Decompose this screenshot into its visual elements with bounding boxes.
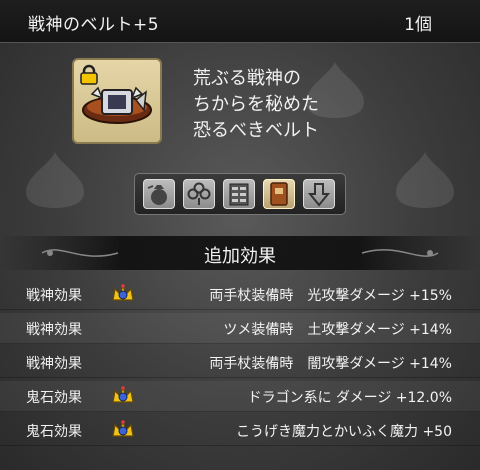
description-line: ちからを秘めた <box>193 94 319 115</box>
info-tab-bar <box>134 173 346 215</box>
lock-icon <box>80 64 98 85</box>
tab-bag[interactable] <box>143 179 175 209</box>
effect-type: 戦神効果 <box>26 288 82 304</box>
ornament-right-icon <box>361 249 439 257</box>
slime-silhouette-icon <box>26 152 84 208</box>
effect-text: 両手杖装備時 闇攻撃ダメージ +14% <box>209 356 452 372</box>
tab-clover[interactable] <box>183 179 215 209</box>
item-count: 1個 <box>404 15 432 35</box>
crown-icon <box>112 386 134 403</box>
effect-row: 戦神効果 ツメ装備時 土攻撃ダメージ +14% <box>0 313 480 344</box>
item-icon-frame[interactable] <box>72 58 162 144</box>
effect-type: 戦神効果 <box>26 322 82 338</box>
effect-text: ツメ装備時 土攻撃ダメージ +14% <box>223 322 452 338</box>
tab-cabinet[interactable] <box>223 179 255 209</box>
effect-row: 鬼石効果 ドラゴン系に ダメージ +12.0% <box>0 381 480 412</box>
clover-icon <box>187 182 211 205</box>
effect-text: ドラゴン系に ダメージ +12.0% <box>247 390 452 406</box>
effect-row: 鬼石効果 こうげき魔力とかいふく魔力 +50 <box>0 415 480 446</box>
effect-text: こうげき魔力とかいふく魔力 +50 <box>236 424 452 440</box>
cabinet-icon <box>229 183 249 206</box>
effect-type: 鬼石効果 <box>26 390 82 406</box>
item-name: 戦神のベルト+5 <box>28 15 160 35</box>
description-line: 荒ぶる戦神の <box>193 68 301 89</box>
description-line: 恐るべきベルト <box>193 120 319 141</box>
tab-down[interactable] <box>303 179 335 209</box>
effect-type: 戦神効果 <box>26 356 82 372</box>
effect-type: 鬼石効果 <box>26 424 82 440</box>
crown-icon <box>112 284 134 301</box>
effect-row: 戦神効果 両手杖装備時 闇攻撃ダメージ +14% <box>0 347 480 378</box>
bag-icon <box>147 185 167 205</box>
slime-silhouette-icon <box>396 152 454 208</box>
item-title-bar: 戦神のベルト+5 1個 <box>0 0 480 43</box>
item-description: 荒ぶる戦神の ちからを秘めた 恐るべきベルト <box>193 66 319 144</box>
down-arrow-icon <box>307 183 331 207</box>
additional-effects-header: 追加効果 <box>0 236 480 270</box>
effect-row: 戦神効果 両手杖装備時 光攻撃ダメージ +15% <box>0 279 480 310</box>
book-icon <box>270 182 288 206</box>
effect-text: 両手杖装備時 光攻撃ダメージ +15% <box>209 288 452 304</box>
tab-book[interactable] <box>263 179 295 209</box>
crown-icon <box>112 420 134 437</box>
